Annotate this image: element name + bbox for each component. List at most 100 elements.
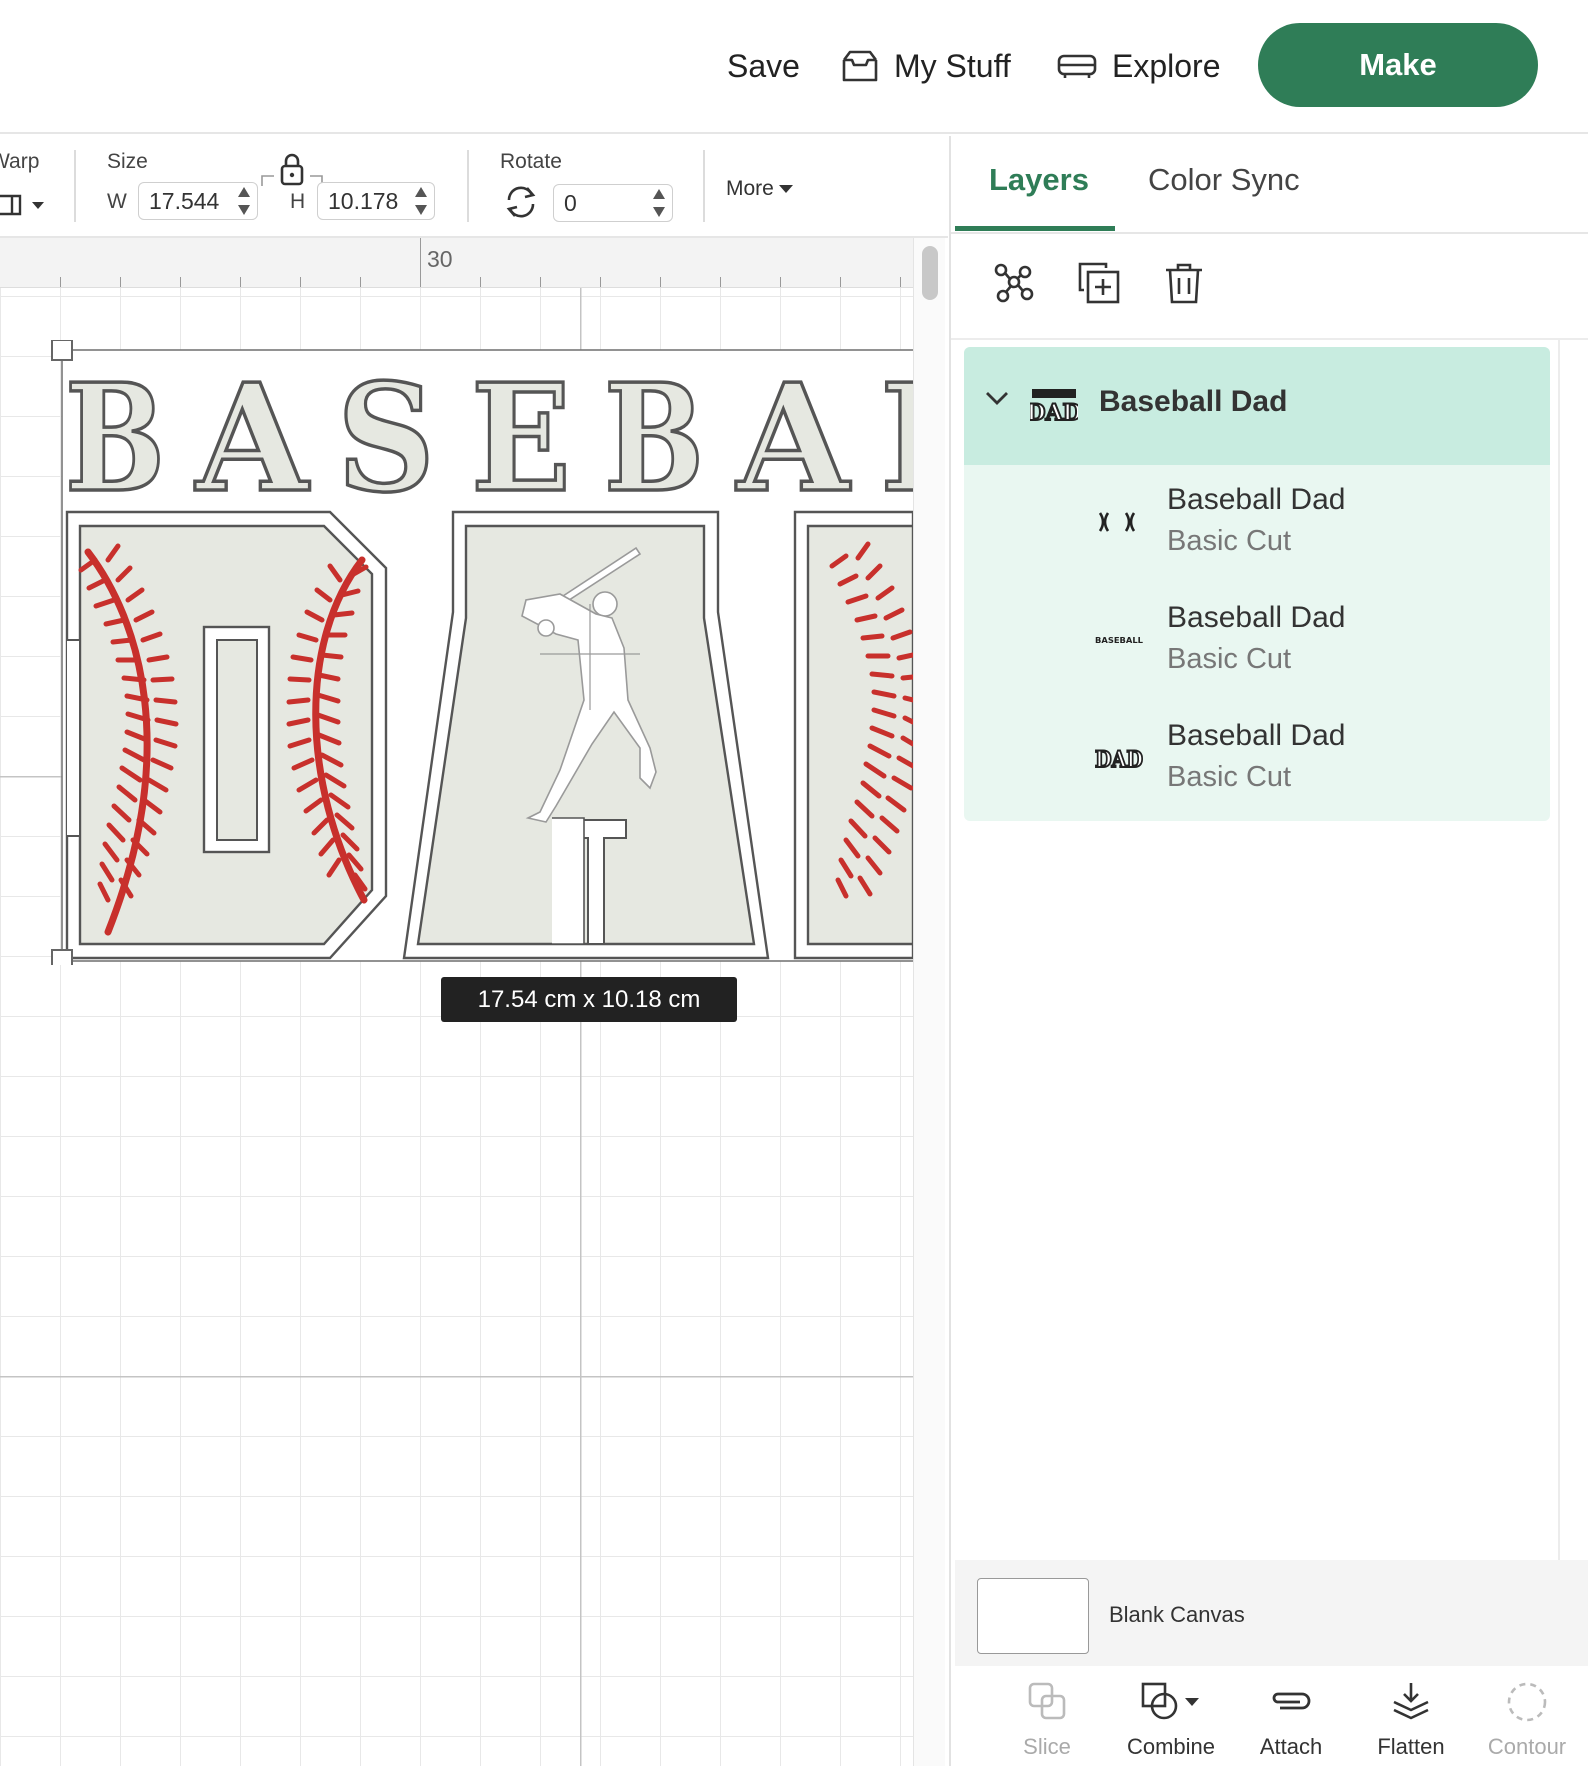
layer-type: Basic Cut [1167,643,1292,675]
layer-group-header[interactable]: DAD Baseball Dad [964,347,1550,465]
ruler-label: 30 [427,246,453,272]
layer-type: Basic Cut [1167,525,1292,557]
explore-label: Explore [1112,47,1221,84]
toolbar-divider [467,150,469,222]
letter-a [402,510,770,960]
contour-label: Contour [1487,1734,1567,1759]
layer-thumb-text: DAD [1095,747,1143,773]
svg-text:L: L [880,351,913,525]
slice-icon [1028,1682,1066,1720]
baseball-text-thumbnail: BASEBALL [1095,636,1143,645]
ruler-tick [120,277,121,287]
group-thumb-text: DAD [1030,400,1078,423]
layer-row[interactable]: BASEBALL Baseball Dad Basic Cut [964,583,1550,701]
letter-d-second [793,510,913,960]
lock-icon[interactable] [260,152,324,188]
layer-name: Baseball Dad [1167,483,1346,516]
selection-handle-top-left[interactable] [51,340,73,361]
paperclip-icon [1272,1692,1311,1710]
layer-row[interactable]: DAD Baseball Dad Basic Cut [964,701,1550,819]
save-button[interactable]: Save [727,44,800,88]
width-input[interactable]: 17.544 [138,182,258,220]
my-stuff-label: My Stuff [894,47,1011,84]
baseball-dad-design[interactable]: B A S E B A L [0,340,913,965]
toolbar-divider [951,338,1588,340]
more-dropdown[interactable]: More [726,174,794,204]
machine-icon [1057,54,1097,78]
tab-divider [951,232,1588,234]
size-label: Size [107,150,148,173]
svg-text:E: E [471,351,571,525]
flatten-icon [1393,1683,1429,1720]
layer-group-name: Baseball Dad [1099,385,1288,418]
height-stepper[interactable] [414,187,428,215]
svg-text:B: B [604,351,704,525]
toolbar-divider [703,150,705,222]
size-tooltip: 17.54 cm x 10.18 cm [441,977,737,1022]
svg-text:B: B [65,351,165,525]
height-input[interactable]: 10.178 [317,182,435,220]
contour-button[interactable]: Contour [1467,1666,1587,1766]
rotate-input[interactable]: 0 [553,184,673,222]
make-button[interactable]: Make [1258,23,1538,107]
flatten-button[interactable]: Flatten [1351,1666,1471,1766]
svg-text:A: A [194,351,310,525]
height-label: H [290,190,306,213]
rotate-stepper[interactable] [652,189,666,217]
layer-row[interactable]: Baseball Dad Basic Cut [964,465,1550,583]
layer-group: DAD Baseball Dad Baseball Dad Basic Cut … [964,347,1550,821]
rotate-icon[interactable] [503,184,539,220]
canvas-scroll-thumb[interactable] [922,246,938,300]
explore-button[interactable]: Explore [1056,44,1221,88]
width-stepper[interactable] [237,187,251,215]
ruler-tick [240,277,241,287]
warp-dropdown[interactable] [0,190,46,220]
warp-label: Warp [0,150,40,173]
ruler-tick [900,277,901,287]
trash-icon[interactable] [1161,260,1207,306]
edit-toolbar: Warp Size W 17.544 H 10.178 Rotate 0 Mor… [0,136,948,238]
rotate-value: 0 [564,189,577,216]
combine-button[interactable]: Combine [1111,1666,1231,1766]
canvas-scrollbar[interactable] [913,238,945,1766]
stitches-thumbnail [1098,512,1136,532]
combine-label: Combine [1126,1734,1216,1759]
dad-text-thumbnail: DAD [1094,746,1144,774]
contour-icon [1507,1682,1547,1722]
layers-panel: Layers Color Sync DAD Baseball Dad Baseb… [949,136,1588,1766]
ruler-major-tick [420,238,421,287]
svg-text:A: A [735,351,851,525]
ruler-tick [720,277,721,287]
ruler-tick [480,277,481,287]
attach-button[interactable]: Attach [1231,1666,1351,1766]
tab-color-sync[interactable]: Color Sync [1148,162,1300,198]
warp-icon [0,194,44,216]
ruler-tick [360,277,361,287]
combine-icon [1141,1682,1199,1720]
top-bar: Save My Stuff Explore Make [0,0,1588,134]
ruler-tick [600,277,601,287]
blank-canvas-swatch[interactable] [977,1578,1089,1654]
toolbar-divider [74,150,76,222]
ruler-tick [660,277,661,287]
caret-down-icon [778,185,793,193]
ruler-tick [540,277,541,287]
ruler-tick [60,277,61,287]
tab-layers[interactable]: Layers [989,162,1089,198]
height-value: 10.178 [328,187,399,214]
panel-scrollbar[interactable] [1558,340,1560,1560]
chevron-down-icon[interactable] [984,389,1010,407]
selection-handle-bottom-left[interactable] [51,949,73,965]
group-icon[interactable] [991,260,1037,306]
attach-label: Attach [1259,1734,1323,1759]
slice-label: Slice [1023,1734,1071,1759]
inbox-icon [842,50,878,82]
duplicate-icon[interactable] [1076,260,1122,306]
make-label: Make [1359,47,1437,82]
blank-canvas-row[interactable]: Blank Canvas [955,1560,1588,1666]
group-thumbnail: DAD [1030,389,1078,423]
width-value: 17.544 [149,187,220,214]
my-stuff-button[interactable]: My Stuff [840,44,1011,88]
slice-button[interactable]: Slice [987,1666,1107,1766]
active-tab-indicator [955,226,1115,231]
